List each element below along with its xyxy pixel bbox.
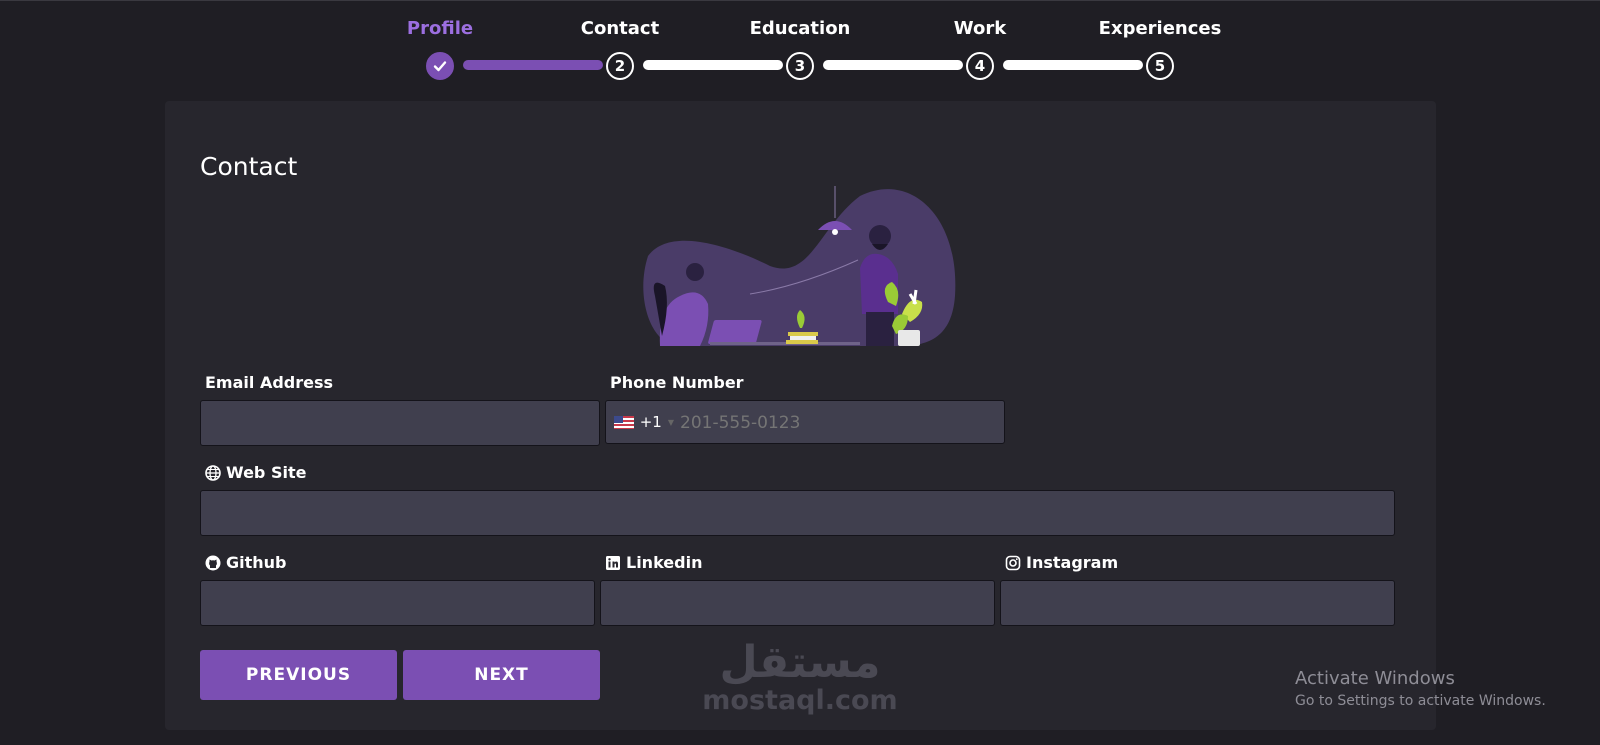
linkedin-input[interactable] bbox=[600, 580, 995, 626]
email-input[interactable] bbox=[200, 400, 600, 446]
window-top-border bbox=[0, 0, 1600, 1]
watermark-latin-text: mostaql.com bbox=[702, 685, 898, 716]
step-completed-check-icon[interactable] bbox=[426, 52, 454, 80]
mostaql-watermark: مستقل mostaql.com bbox=[700, 640, 900, 716]
email-label: Email Address bbox=[205, 373, 334, 392]
linkedin-label: Linkedin bbox=[605, 553, 702, 572]
activate-windows-title: Activate Windows bbox=[1295, 668, 1455, 689]
instagram-label: Instagram bbox=[1005, 553, 1118, 572]
step-progress-bar-3 bbox=[823, 60, 963, 70]
github-label: Github bbox=[205, 553, 287, 572]
contact-illustration bbox=[643, 186, 956, 346]
instagram-input[interactable] bbox=[1000, 580, 1395, 626]
website-label: Web Site bbox=[205, 463, 306, 482]
next-button[interactable]: NEXT bbox=[403, 650, 600, 700]
country-dial-code: +1 bbox=[639, 413, 662, 431]
previous-button[interactable]: PREVIOUS bbox=[200, 650, 397, 700]
phone-label: Phone Number bbox=[610, 373, 744, 392]
step-label-contact[interactable]: Contact bbox=[540, 18, 700, 39]
form-title: Contact bbox=[200, 152, 298, 181]
country-code-selector[interactable]: +1 ▼ bbox=[606, 401, 674, 443]
step-number-2[interactable]: 2 bbox=[606, 52, 634, 80]
step-progress-bar-1 bbox=[463, 60, 603, 70]
step-number-4[interactable]: 4 bbox=[966, 52, 994, 80]
step-number-3[interactable]: 3 bbox=[786, 52, 814, 80]
globe-icon bbox=[205, 464, 221, 481]
phone-number-input[interactable] bbox=[674, 401, 1004, 445]
us-flag-icon bbox=[614, 415, 634, 429]
step-number-5[interactable]: 5 bbox=[1146, 52, 1174, 80]
step-progress-bar-4 bbox=[1003, 60, 1143, 70]
website-input[interactable] bbox=[200, 490, 1395, 536]
step-label-education[interactable]: Education bbox=[720, 18, 880, 39]
github-input[interactable] bbox=[200, 580, 595, 626]
step-label-experiences[interactable]: Experiences bbox=[1080, 18, 1240, 39]
instagram-icon bbox=[1005, 555, 1021, 570]
step-label-work[interactable]: Work bbox=[900, 18, 1060, 39]
github-icon bbox=[205, 555, 221, 570]
step-label-profile[interactable]: Profile bbox=[360, 18, 520, 39]
phone-field: +1 ▼ bbox=[605, 400, 1005, 445]
activate-windows-subtitle: Go to Settings to activate Windows. bbox=[1295, 693, 1546, 709]
linkedin-icon bbox=[606, 555, 620, 570]
step-progress-bar-2 bbox=[643, 60, 783, 70]
watermark-arabic-text: مستقل bbox=[719, 637, 881, 688]
